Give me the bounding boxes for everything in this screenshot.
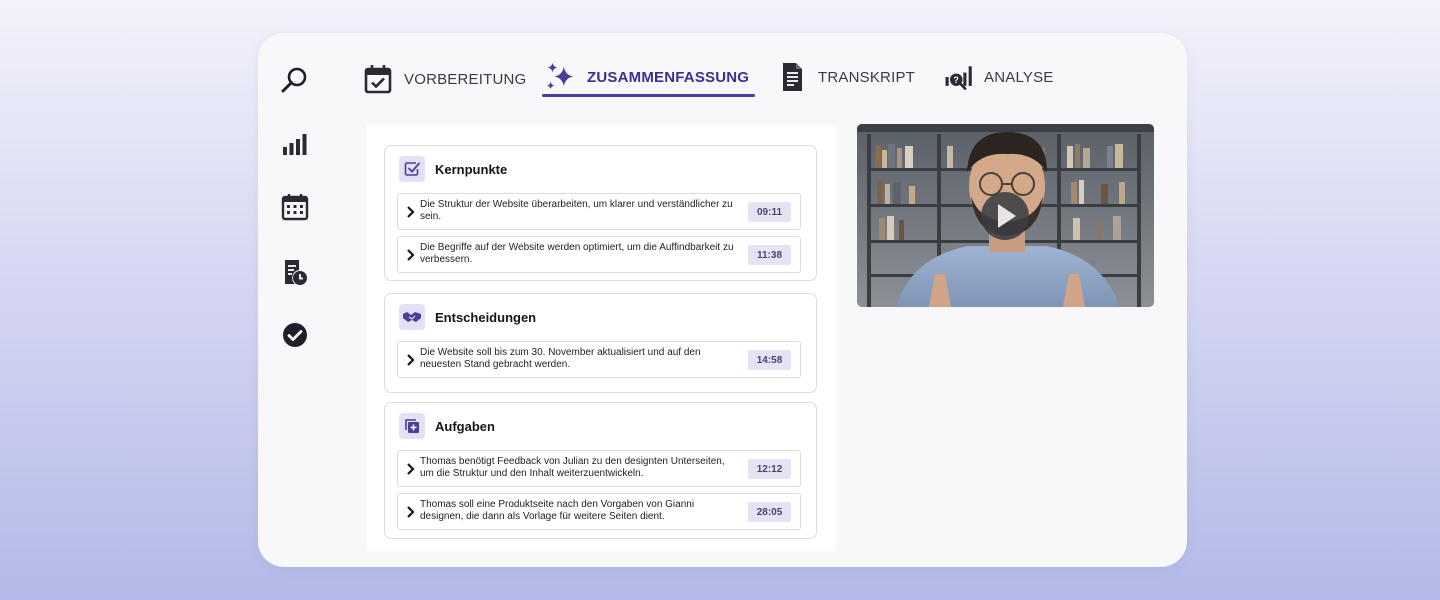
item-text: Thomas benötigt Feedback von Julian zu d… — [420, 456, 725, 479]
timestamp-badge[interactable]: 11:38 — [748, 245, 791, 265]
document-icon — [776, 61, 808, 93]
chevron-right-icon — [405, 205, 417, 219]
section-header: Kernpunkte — [399, 156, 507, 182]
report-clock-icon[interactable] — [280, 257, 310, 287]
tab-transkript[interactable]: TRANSKRIPT — [776, 55, 915, 99]
checkbox-icon — [399, 156, 425, 182]
chevron-right-icon — [405, 505, 417, 519]
tab-label: VORBEREITUNG — [404, 70, 527, 88]
section-aufgaben: Aufgaben Thomas benötigt Feedback von Ju… — [384, 402, 817, 539]
list-item[interactable]: Die Struktur der Website überarbeiten, u… — [397, 193, 801, 230]
handshake-icon — [399, 304, 425, 330]
section-title: Kernpunkte — [435, 161, 508, 177]
list-item[interactable]: Die Website soll bis zum 30. November ak… — [397, 341, 801, 378]
timestamp-badge[interactable]: 28:05 — [748, 502, 791, 522]
section-entscheidungen: Entscheidungen Die Website soll bis zum … — [384, 293, 817, 393]
check-circle-icon[interactable] — [280, 320, 310, 350]
tab-zusammenfassung[interactable]: ZUSAMMENFASSUNG — [545, 55, 749, 99]
list-item[interactable]: Thomas soll eine Produktseite nach den V… — [397, 493, 801, 530]
chevron-right-icon — [405, 462, 417, 476]
tab-label: ANALYSE — [984, 68, 1054, 86]
tab-analyse[interactable]: ? ANALYSE — [942, 55, 1054, 99]
search-icon[interactable] — [280, 65, 310, 95]
section-kernpunkte: Kernpunkte Die Struktur der Website über… — [384, 145, 817, 281]
add-task-icon — [399, 413, 425, 439]
item-text: Die Begriffe auf der Website werden opti… — [420, 242, 734, 265]
calendar-icon[interactable] — [280, 192, 310, 222]
bar-chart-icon[interactable] — [280, 129, 310, 159]
sparkles-icon — [545, 61, 577, 93]
meeting-summary-card: VORBEREITUNG ZUSAMMENFASSUNG TRANSKRIPT … — [258, 33, 1187, 567]
item-text: Die Struktur der Website überarbeiten, u… — [420, 199, 733, 222]
item-text: Die Website soll bis zum 30. November ak… — [420, 347, 701, 370]
tab-label: ZUSAMMENFASSUNG — [587, 68, 750, 86]
chevron-right-icon — [405, 353, 417, 367]
chevron-right-icon — [405, 248, 417, 262]
section-header: Entscheidungen — [399, 304, 536, 330]
summary-panel: Kernpunkte Die Struktur der Website über… — [366, 125, 836, 551]
video-player[interactable] — [857, 124, 1154, 307]
tab-vorbereitung[interactable]: VORBEREITUNG — [362, 57, 526, 101]
analytics-icon: ? — [942, 61, 974, 93]
calendar-check-icon — [362, 63, 394, 95]
section-header: Aufgaben — [399, 413, 495, 439]
list-item[interactable]: Thomas benötigt Feedback von Julian zu d… — [397, 450, 801, 487]
timestamp-badge[interactable]: 14:58 — [748, 350, 791, 370]
list-item[interactable]: Die Begriffe auf der Website werden opti… — [397, 236, 801, 273]
video-thumbnail — [857, 124, 1154, 307]
tab-label: TRANSKRIPT — [818, 68, 916, 86]
section-title: Entscheidungen — [435, 309, 537, 325]
timestamp-badge[interactable]: 12:12 — [748, 459, 791, 479]
timestamp-badge[interactable]: 09:11 — [748, 202, 791, 222]
active-tab-indicator — [542, 94, 755, 97]
svg-text:?: ? — [953, 75, 959, 85]
section-title: Aufgaben — [435, 418, 495, 434]
item-text: Thomas soll eine Produktseite nach den V… — [420, 499, 695, 522]
